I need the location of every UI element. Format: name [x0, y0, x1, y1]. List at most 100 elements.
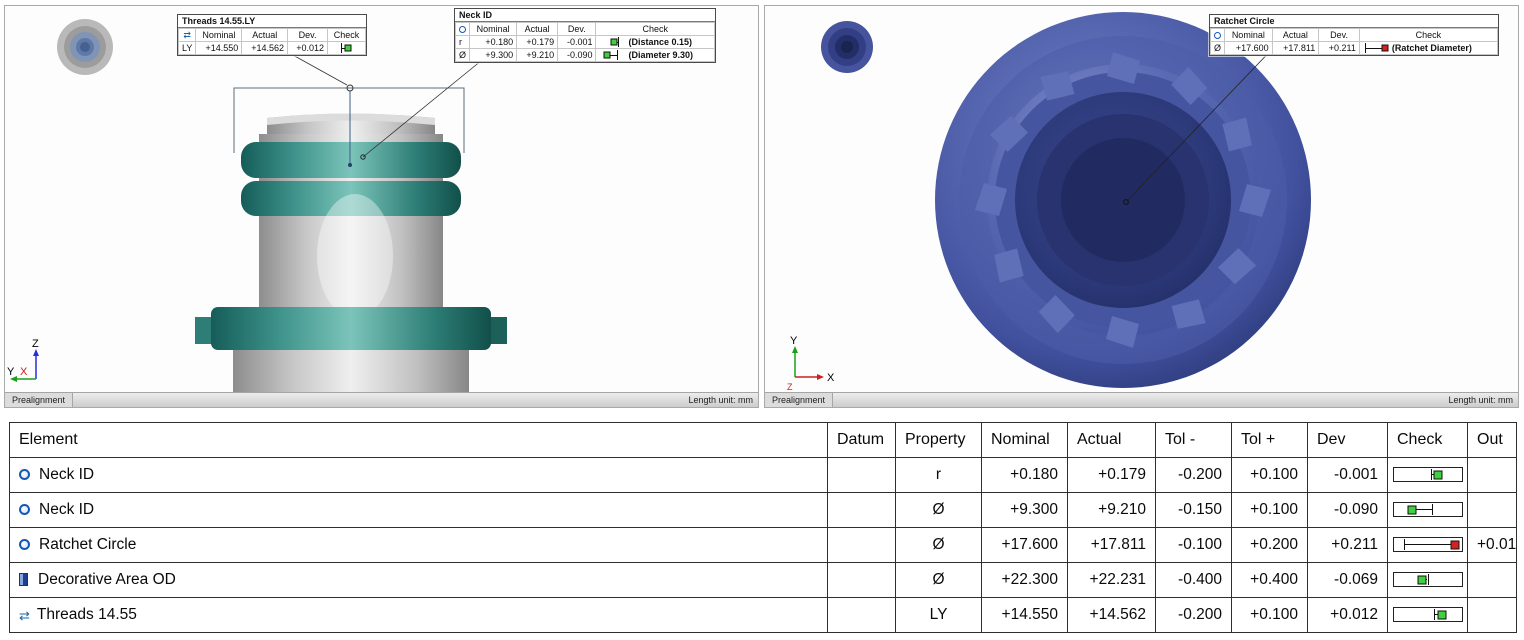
length-unit-label: Length unit: mm: [688, 395, 758, 405]
viewport-front-view[interactable]: Z Y X Threads 14.55.LY Nominal Actual De…: [4, 5, 759, 408]
col-property[interactable]: Property: [896, 423, 982, 458]
length-unit-label: Length unit: mm: [1448, 395, 1518, 405]
col-datum[interactable]: Datum: [828, 423, 896, 458]
annotation-row: Ø +9.300 +9.210 -0.090 (Diameter 9.30): [456, 49, 715, 62]
top-view-3d-render: Y X Z: [765, 6, 1519, 393]
table-header-row: Element Datum Property Nominal Actual To…: [10, 423, 1517, 458]
circle-icon: [1211, 29, 1225, 42]
x-axis-label: X: [827, 372, 835, 384]
nominal-cell: +9.300: [982, 493, 1068, 528]
check-cell: [1388, 493, 1468, 528]
col-dev[interactable]: Dev: [1308, 423, 1388, 458]
table-row-threads[interactable]: Threads 14.55 LY +14.550 +14.562 -0.200 …: [10, 598, 1517, 633]
col-check: Check: [328, 29, 366, 42]
alignment-tab[interactable]: Prealignment: [5, 393, 73, 407]
nominal-cell: +22.300: [982, 563, 1068, 598]
check-indicator: [1393, 537, 1463, 552]
actual-value: +9.210: [517, 49, 558, 62]
dev-value: -0.001: [558, 36, 596, 49]
check-label: (Ratchet Diameter): [1392, 43, 1472, 53]
viewport-top-view[interactable]: Y X Z Ratchet Circle Nominal Actual Dev.…: [764, 5, 1519, 408]
col-check: Check: [1359, 29, 1497, 42]
col-actual: Actual: [1272, 29, 1319, 42]
coordinate-triad: Y X Z: [787, 335, 835, 392]
nominal-value: +14.550: [196, 42, 242, 55]
out-cell: [1468, 563, 1517, 598]
element-name: Neck ID: [39, 501, 94, 518]
col-nominal: Nominal: [1225, 29, 1273, 42]
check-value: (Distance 0.15): [596, 36, 715, 49]
table-row-decorative-area-od[interactable]: Decorative Area OD Ø +22.300 +22.231 -0.…: [10, 563, 1517, 598]
bottle-neck-model: [195, 114, 507, 394]
property-cell: Ø: [896, 528, 982, 563]
check-value: (Diameter 9.30): [596, 49, 715, 62]
annotation-row: Ø +17.600 +17.811 +0.211 (Ratchet Diamet…: [1211, 42, 1498, 55]
tol-plus-cell: +0.100: [1232, 598, 1308, 633]
tol-minus-cell: -0.400: [1156, 563, 1232, 598]
datum-cell: [828, 598, 896, 633]
col-actual[interactable]: Actual: [1068, 423, 1156, 458]
col-dev: Dev.: [288, 29, 328, 42]
annotation-neck-id[interactable]: Neck ID Nominal Actual Dev. Check r +0.1…: [454, 8, 716, 63]
dev-cell: -0.001: [1308, 458, 1388, 493]
datum-cell: [828, 528, 896, 563]
datum-cell: [828, 563, 896, 598]
col-dev: Dev.: [1319, 29, 1360, 42]
tol-minus-cell: -0.100: [1156, 528, 1232, 563]
property-label: r: [456, 36, 470, 49]
actual-value: +14.562: [242, 42, 288, 55]
check-indicator: [599, 37, 625, 47]
col-check[interactable]: Check: [1388, 423, 1468, 458]
table-row-neck-id-r[interactable]: Neck ID r +0.180 +0.179 -0.200 +0.100 -0…: [10, 458, 1517, 493]
col-element[interactable]: Element: [10, 423, 828, 458]
col-nominal[interactable]: Nominal: [982, 423, 1068, 458]
check-value: [328, 42, 366, 55]
element-name: Decorative Area OD: [38, 571, 176, 588]
check-cell: [1388, 528, 1468, 563]
annotation-row: LY +14.550 +14.562 +0.012: [179, 42, 366, 55]
actual-cell: +0.179: [1068, 458, 1156, 493]
col-tol-minus[interactable]: Tol -: [1156, 423, 1232, 458]
table-row-ratchet-circle[interactable]: Ratchet Circle Ø +17.600 +17.811 -0.100 …: [10, 528, 1517, 563]
threads-icon: [19, 609, 30, 622]
tol-minus-cell: -0.150: [1156, 493, 1232, 528]
annotation-row: r +0.180 +0.179 -0.001 (Distance 0.15): [456, 36, 715, 49]
col-out[interactable]: Out: [1468, 423, 1517, 458]
dev-value: +0.211: [1319, 42, 1360, 55]
table-row-neck-id-dia[interactable]: Neck ID Ø +9.300 +9.210 -0.150 +0.100 -0…: [10, 493, 1517, 528]
viewport-statusbar: Prealignment Length unit: mm: [5, 392, 758, 407]
check-cell: [1388, 598, 1468, 633]
circle-icon: [19, 539, 30, 550]
check-indicator: [599, 50, 625, 60]
out-cell: [1468, 598, 1517, 633]
check-indicator: [1393, 607, 1463, 622]
col-dev: Dev.: [558, 23, 596, 36]
property-label: LY: [179, 42, 196, 55]
threads-icon: [179, 29, 196, 42]
nominal-cell: +14.550: [982, 598, 1068, 633]
annotation-threads[interactable]: Threads 14.55.LY Nominal Actual Dev. Che…: [177, 14, 367, 56]
dev-value: +0.012: [288, 42, 328, 55]
out-cell: [1468, 493, 1517, 528]
results-table: Element Datum Property Nominal Actual To…: [9, 422, 1517, 633]
col-nominal: Nominal: [470, 23, 517, 36]
element-name: Ratchet Circle: [39, 536, 136, 553]
viewport-area: Z Y X Threads 14.55.LY Nominal Actual De…: [0, 0, 1524, 408]
part-thumbnail: [57, 19, 113, 75]
alignment-tab[interactable]: Prealignment: [765, 393, 833, 407]
check-indicator: [331, 43, 357, 53]
nominal-cell: +0.180: [982, 458, 1068, 493]
annotation-title: Ratchet Circle: [1210, 15, 1498, 28]
property-cell: r: [896, 458, 982, 493]
col-nominal: Nominal: [196, 29, 242, 42]
property-label: Ø: [1211, 42, 1225, 55]
annotation-ratchet-circle[interactable]: Ratchet Circle Nominal Actual Dev. Check…: [1209, 14, 1499, 56]
circle-icon: [456, 23, 470, 36]
nominal-value: +17.600: [1225, 42, 1273, 55]
property-label: Ø: [456, 49, 470, 62]
tol-plus-cell: +0.100: [1232, 458, 1308, 493]
col-tol-plus[interactable]: Tol +: [1232, 423, 1308, 458]
z-axis-label: Z: [32, 338, 39, 350]
actual-cell: +9.210: [1068, 493, 1156, 528]
x-axis-label: X: [20, 366, 28, 378]
